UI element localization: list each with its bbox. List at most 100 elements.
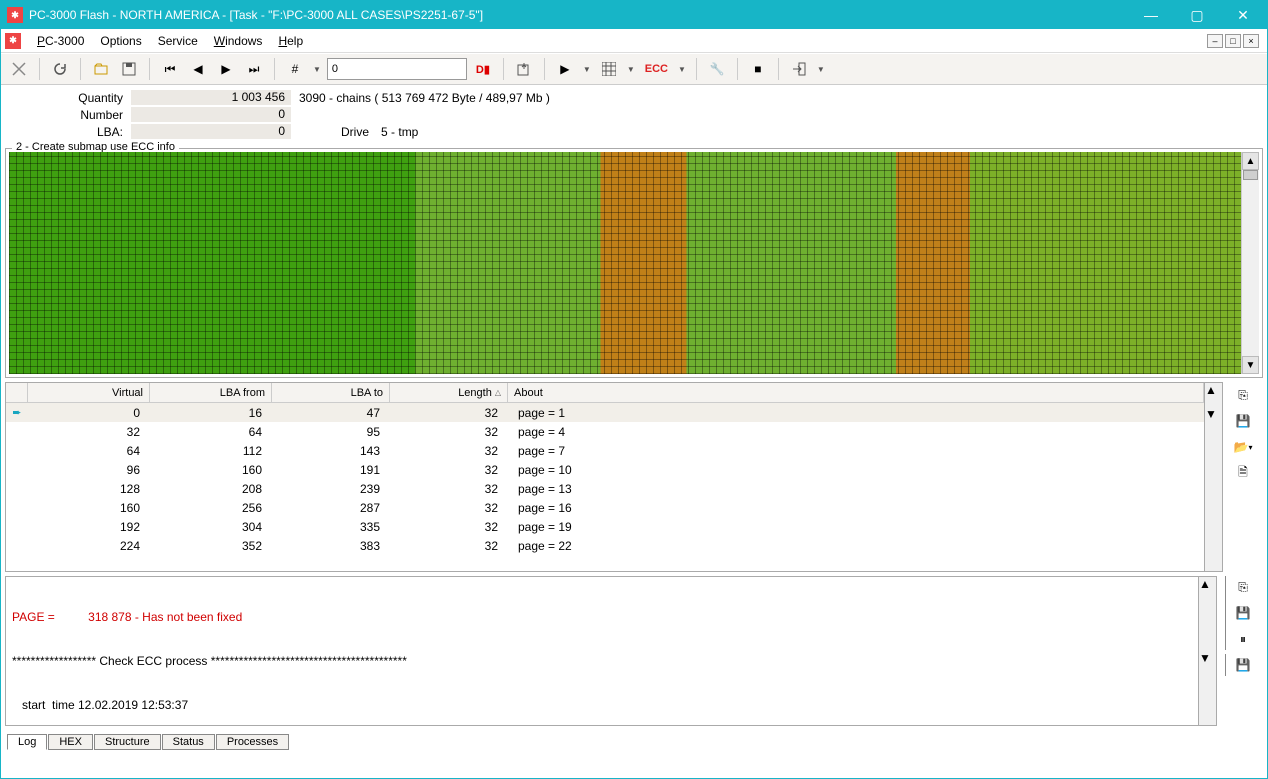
tool-exit-icon[interactable] bbox=[787, 57, 811, 81]
tool-wrench-icon[interactable]: 🔧 bbox=[705, 57, 729, 81]
menu-pc3000[interactable]: PC-3000 bbox=[29, 32, 92, 50]
side-copy-icon[interactable]: ⎘ bbox=[1231, 384, 1255, 406]
cell-length: 32 bbox=[390, 501, 508, 515]
table-row[interactable]: 6411214332page = 7 bbox=[6, 441, 1204, 460]
cell-length: 32 bbox=[390, 444, 508, 458]
scroll-up-icon[interactable]: ▲ bbox=[1242, 152, 1259, 170]
log-page-msg: 318 878 - Has not been fixed bbox=[88, 610, 242, 624]
tab-structure[interactable]: Structure bbox=[94, 734, 161, 750]
tool-first-icon[interactable]: ⏮ bbox=[158, 57, 182, 81]
menu-windows[interactable]: Windows bbox=[206, 32, 271, 50]
menu-options[interactable]: Options bbox=[92, 32, 149, 50]
table-row[interactable]: 19230433532page = 19 bbox=[6, 517, 1204, 536]
table-side-tools: ⎘ 💾 📂▾ 🗎 bbox=[1223, 382, 1263, 572]
cell-about: page = 7 bbox=[508, 444, 1204, 458]
cell-lbafrom: 64 bbox=[150, 425, 272, 439]
close-button[interactable]: ✕ bbox=[1229, 5, 1257, 25]
cell-lbato: 239 bbox=[272, 482, 390, 496]
menu-service[interactable]: Service bbox=[150, 32, 206, 50]
menu-help[interactable]: Help bbox=[270, 32, 311, 50]
tool-open-icon[interactable] bbox=[89, 57, 113, 81]
table-row[interactable]: 9616019132page = 10 bbox=[6, 460, 1204, 479]
cell-about: page = 22 bbox=[508, 539, 1204, 553]
tab-hex[interactable]: HEX bbox=[48, 734, 93, 750]
tool-next-icon[interactable]: ▶ bbox=[214, 57, 238, 81]
tab-processes[interactable]: Processes bbox=[216, 734, 289, 750]
tool-last-icon[interactable]: ⏭ bbox=[242, 57, 266, 81]
cell-about: page = 16 bbox=[508, 501, 1204, 515]
cell-length: 32 bbox=[390, 482, 508, 496]
table-row[interactable]: 22435238332page = 22 bbox=[6, 536, 1204, 555]
table-scroll-down-icon[interactable]: ▼ bbox=[1205, 407, 1222, 421]
mdi-minimize-button[interactable]: – bbox=[1207, 34, 1223, 48]
side-save-icon[interactable]: 💾 bbox=[1231, 410, 1255, 432]
tool-export-icon[interactable] bbox=[512, 57, 536, 81]
tool-hash-icon[interactable]: # bbox=[283, 57, 307, 81]
mdi-close-button[interactable]: × bbox=[1243, 34, 1259, 48]
number-label: Number bbox=[11, 108, 131, 122]
cell-lbato: 287 bbox=[272, 501, 390, 515]
tool-cut-icon[interactable] bbox=[7, 57, 31, 81]
log-scroll-down-icon[interactable]: ▼ bbox=[1199, 651, 1216, 665]
drive-value: 5 - tmp bbox=[369, 125, 418, 139]
window-title: PC-3000 Flash - NORTH AMERICA - [Task - … bbox=[29, 8, 1137, 22]
cell-lbato: 383 bbox=[272, 539, 390, 553]
bitmap-grid[interactable] bbox=[9, 152, 1241, 374]
tab-status[interactable]: Status bbox=[162, 734, 215, 750]
log-save-icon[interactable]: 💾 bbox=[1232, 602, 1254, 624]
chains-text: 3090 - chains ( 513 769 472 Byte / 489,9… bbox=[291, 91, 550, 105]
table-row[interactable]: 16025628732page = 16 bbox=[6, 498, 1204, 517]
tool-stop-icon[interactable]: ■ bbox=[746, 57, 770, 81]
log-scrollbar[interactable]: ▲ ▼ bbox=[1199, 576, 1217, 726]
cell-lbato: 143 bbox=[272, 444, 390, 458]
col-virtual[interactable]: Virtual bbox=[28, 383, 150, 402]
table-row[interactable]: 12820823932page = 13 bbox=[6, 479, 1204, 498]
tool-play-icon[interactable]: ▶ bbox=[553, 57, 577, 81]
cell-about: page = 1 bbox=[508, 406, 1204, 420]
tool-refresh-icon[interactable] bbox=[48, 57, 72, 81]
scroll-thumb[interactable] bbox=[1243, 170, 1258, 180]
side-open-icon[interactable]: 📂▾ bbox=[1231, 436, 1255, 458]
tab-log[interactable]: Log bbox=[7, 734, 47, 750]
ecc-dropdown[interactable]: ▼ bbox=[676, 65, 688, 74]
tool-grid-icon[interactable] bbox=[597, 57, 621, 81]
log-side-tools: ⎘ 💾 ⏸ 💾 bbox=[1217, 576, 1263, 726]
table-row[interactable]: 32649532page = 4 bbox=[6, 422, 1204, 441]
tool-save-icon[interactable] bbox=[117, 57, 141, 81]
cell-about: page = 13 bbox=[508, 482, 1204, 496]
minimize-button[interactable]: — bbox=[1137, 5, 1165, 25]
maximize-button[interactable]: ▢ bbox=[1183, 5, 1211, 25]
col-lbato[interactable]: LBA to bbox=[272, 383, 390, 402]
cell-lbafrom: 16 bbox=[150, 406, 272, 420]
page-input[interactable] bbox=[327, 58, 467, 80]
side-doc-icon[interactable]: 🗎 bbox=[1231, 462, 1255, 484]
table-scroll-thumb[interactable] bbox=[1205, 397, 1222, 407]
ecc-label[interactable]: ECC bbox=[641, 63, 672, 75]
exit-dropdown[interactable]: ▼ bbox=[815, 65, 827, 74]
cell-lbato: 191 bbox=[272, 463, 390, 477]
table-row[interactable]: ➨0164732page = 1 bbox=[6, 403, 1204, 422]
table-body[interactable]: ➨0164732page = 132649532page = 464112143… bbox=[6, 403, 1204, 571]
log-scroll-up-icon[interactable]: ▲ bbox=[1199, 577, 1216, 591]
table-scroll-up-icon[interactable]: ▲ bbox=[1205, 383, 1222, 397]
log-box[interactable]: PAGE = 318 878 - Has not been fixed ****… bbox=[5, 576, 1199, 726]
log-copy-icon[interactable]: ⎘ bbox=[1232, 576, 1254, 598]
col-about[interactable]: About bbox=[508, 383, 1204, 402]
cell-about: page = 10 bbox=[508, 463, 1204, 477]
log-pause-icon[interactable]: ⏸ bbox=[1232, 628, 1254, 650]
bitmap-scrollbar[interactable]: ▲ ▼ bbox=[1241, 152, 1259, 374]
log-saveext-icon[interactable]: 💾 bbox=[1232, 654, 1254, 676]
quantity-label: Quantity bbox=[11, 91, 131, 105]
col-length[interactable]: Length△ bbox=[390, 383, 508, 402]
log-scroll-thumb[interactable] bbox=[1199, 591, 1216, 651]
play-dropdown[interactable]: ▼ bbox=[581, 65, 593, 74]
tool-d-red-icon[interactable]: D▮ bbox=[471, 57, 495, 81]
tool-prev-icon[interactable]: ◀ bbox=[186, 57, 210, 81]
grid-dropdown[interactable]: ▼ bbox=[625, 65, 637, 74]
table-scrollbar[interactable]: ▲ ▼ bbox=[1205, 382, 1223, 572]
cell-lbafrom: 304 bbox=[150, 520, 272, 534]
scroll-down-icon[interactable]: ▼ bbox=[1242, 356, 1259, 374]
hash-dropdown[interactable]: ▼ bbox=[311, 65, 323, 74]
col-lbafrom[interactable]: LBA from bbox=[150, 383, 272, 402]
mdi-restore-button[interactable]: □ bbox=[1225, 34, 1241, 48]
